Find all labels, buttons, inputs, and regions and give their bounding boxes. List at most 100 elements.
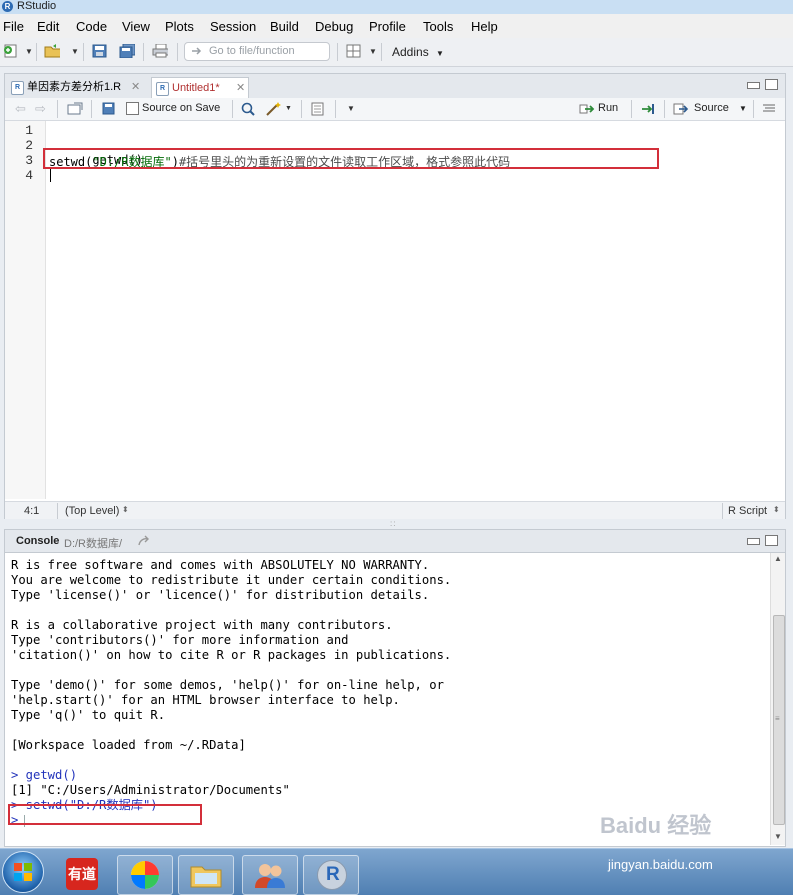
console-line: 'help.start()' for an HTML browser inter… <box>11 693 400 707</box>
rerun-icon[interactable] <box>640 102 658 115</box>
document-outline-icon[interactable] <box>762 103 776 114</box>
console-scrollbar[interactable]: ▲ ≡ ▼ <box>770 553 785 845</box>
scroll-down-icon[interactable]: ▼ <box>774 832 782 841</box>
tab-close-icon[interactable]: ✕ <box>236 78 245 99</box>
console-line: ​ <box>11 723 766 738</box>
new-file-dropdown-icon[interactable]: ▼ <box>25 47 33 56</box>
editor-status-bar: 4:1 (Top Level) ⬍ R Script ⬍ <box>5 501 785 521</box>
file-type-selector[interactable]: R Script <box>728 505 767 517</box>
menu-help[interactable]: Help <box>471 19 498 34</box>
taskbar-r[interactable]: R <box>303 855 359 895</box>
menu-session[interactable]: Session <box>210 19 256 34</box>
back-arrow-icon[interactable]: ⇦ <box>15 101 26 117</box>
window-title: RStudio <box>17 0 57 12</box>
run-arrow-icon <box>579 104 595 114</box>
addins-dropdown-icon: ▼ <box>436 49 444 58</box>
layout-dropdown-icon[interactable]: ▼ <box>369 47 377 56</box>
code-tools-dropdown-icon[interactable]: ▼ <box>285 105 292 112</box>
toolbar-divider <box>57 100 58 118</box>
code-tools-wand-icon[interactable] <box>265 101 283 117</box>
file-type-updown-icon: ⬍ <box>773 505 780 514</box>
taskbar-photos[interactable] <box>117 855 173 895</box>
goto-file-placeholder: Go to file/function <box>209 45 295 57</box>
console-line: [Workspace loaded from ~/.RData] <box>11 738 246 752</box>
tab-close-icon[interactable]: ✕ <box>131 77 140 98</box>
status-divider <box>722 503 723 519</box>
r-file-icon: R <box>11 81 24 95</box>
find-replace-icon[interactable] <box>241 102 256 116</box>
minimize-pane-icon[interactable] <box>747 538 760 545</box>
console-title: Console <box>16 535 60 547</box>
main-toolbar: ▼ ▼ Go to file/function ▼ Addins ▼ <box>0 38 793 67</box>
status-divider <box>57 503 58 519</box>
menu-plots[interactable]: Plots <box>165 19 194 34</box>
menu-view[interactable]: View <box>122 19 150 34</box>
source-button[interactable]: Source ▼ <box>671 99 749 118</box>
console-line: Type 'license()' or 'licence()' for dist… <box>11 588 430 602</box>
console-command: > getwd() <box>11 768 78 782</box>
toolbar-divider <box>232 100 233 118</box>
print-icon[interactable] <box>152 44 168 58</box>
start-button[interactable] <box>2 851 44 893</box>
menu-code[interactable]: Code <box>76 19 107 34</box>
console-pane: Console D:/R数据库/ R is free software and … <box>4 529 786 847</box>
taskbar-explorer[interactable] <box>178 855 234 895</box>
show-in-window-icon[interactable] <box>67 102 83 116</box>
console-line: Type 'demo()' for some demos, 'help()' f… <box>11 678 444 692</box>
run-button[interactable]: Run <box>577 99 625 118</box>
toolbar-divider <box>91 100 92 118</box>
editor-save-icon[interactable] <box>102 102 116 115</box>
working-directory: D:/R数据库/ <box>64 538 123 550</box>
title-bar: R RStudio <box>0 0 793 14</box>
editor-more-dropdown-icon[interactable]: ▼ <box>347 104 355 113</box>
scrollbar-thumb[interactable]: ≡ <box>773 615 785 825</box>
goto-file-input[interactable]: Go to file/function <box>184 42 330 61</box>
maximize-pane-icon[interactable] <box>765 79 778 90</box>
line-number: 1 <box>25 123 33 138</box>
pane-splitter[interactable]: :: <box>0 519 793 528</box>
compile-report-icon[interactable] <box>310 102 326 116</box>
console-line: ​ <box>11 603 766 618</box>
tab-anova-script[interactable]: R 单因素方差分析1.R ✕ <box>7 77 147 98</box>
line-number-gutter: 1 2 3 4 <box>5 121 46 499</box>
taskbar-users[interactable] <box>242 855 298 895</box>
go-to-directory-icon[interactable] <box>137 535 151 547</box>
highlight-box-editor <box>43 148 659 169</box>
menu-profile[interactable]: Profile <box>369 19 406 34</box>
pane-layout-icon[interactable] <box>346 44 362 58</box>
menu-edit[interactable]: Edit <box>37 19 59 34</box>
new-file-icon[interactable] <box>3 44 19 58</box>
watermark-url: jingyan.baidu.com <box>608 857 713 872</box>
save-icon[interactable] <box>92 44 108 58</box>
windows-logo-icon <box>14 863 32 881</box>
run-label: Run <box>598 102 619 114</box>
menu-build[interactable]: Build <box>270 19 299 34</box>
menu-debug[interactable]: Debug <box>315 19 353 34</box>
menu-tools[interactable]: Tools <box>423 19 453 34</box>
rstudio-logo-icon: R <box>2 1 13 12</box>
r-app-letter: R <box>326 864 340 885</box>
maximize-pane-icon[interactable] <box>765 535 778 546</box>
open-dropdown-icon[interactable]: ▼ <box>71 47 79 56</box>
console-line: 'citation()' on how to cite R or R packa… <box>11 648 452 662</box>
line-number: 2 <box>25 138 33 153</box>
addins-button[interactable]: Addins ▼ <box>392 45 444 59</box>
scroll-grip-icon: ≡ <box>775 714 780 723</box>
minimize-pane-icon[interactable] <box>747 82 760 89</box>
toolbar-divider <box>753 100 754 118</box>
forward-arrow-icon[interactable]: ⇨ <box>35 101 46 117</box>
line-number: 4 <box>25 168 33 183</box>
console-line: ​ <box>11 753 766 768</box>
folder-icon <box>190 866 222 888</box>
console-line: R is a collaborative project with many c… <box>11 618 393 632</box>
scroll-up-icon[interactable]: ▲ <box>774 554 782 563</box>
menu-file[interactable]: File <box>3 19 24 34</box>
tab-untitled1[interactable]: R Untitled1* ✕ <box>151 77 249 99</box>
taskbar-youdao[interactable]: 有道 <box>56 855 110 893</box>
open-folder-icon[interactable] <box>44 44 60 58</box>
code-area[interactable]: 1 2 3 4 getwd() setwd("D:/R数据库")#括号里头的为重… <box>5 121 785 499</box>
source-on-save-checkbox[interactable] <box>126 102 139 115</box>
save-all-icon[interactable] <box>119 44 135 58</box>
console-output[interactable]: R is free software and comes with ABSOLU… <box>11 558 766 844</box>
scope-selector[interactable]: (Top Level) <box>65 505 119 517</box>
